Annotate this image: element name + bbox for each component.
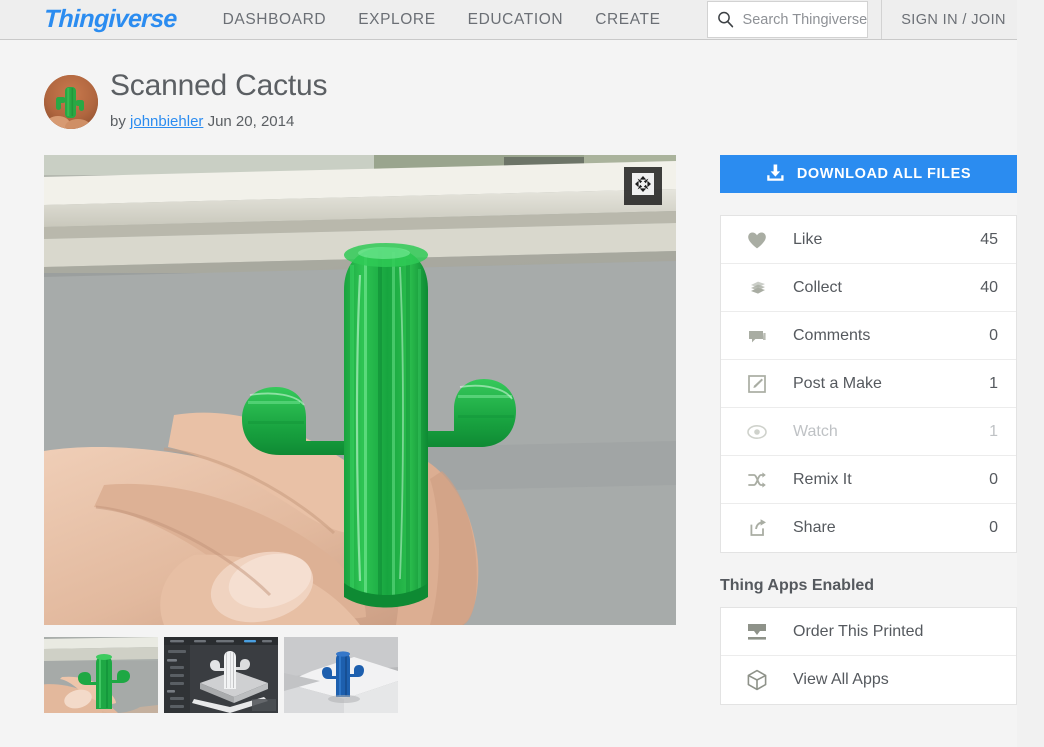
- comment-icon: [721, 325, 793, 347]
- nav-item-explore[interactable]: EXPLORE: [342, 11, 451, 29]
- share-icon: [721, 517, 793, 539]
- stats-card: Like 45 Collect 40 Comments 0 Post a Mak…: [720, 215, 1017, 553]
- scrollbar-gutter[interactable]: [1017, 0, 1044, 747]
- download-all-files-button[interactable]: DOWNLOAD ALL FILES: [720, 155, 1017, 193]
- thumbnail-strip: [44, 637, 404, 713]
- stat-label: Post a Make: [793, 374, 882, 392]
- nav-item-education[interactable]: EDUCATION: [452, 11, 580, 29]
- search-input[interactable]: Search Thingiverse: [706, 1, 869, 38]
- printer-screen-icon: [721, 621, 793, 643]
- stat-row-watch[interactable]: Watch 1: [721, 408, 1016, 456]
- thing-header: Scanned Cactus by johnbiehler Jun 20, 20…: [44, 68, 328, 130]
- avatar[interactable]: [44, 75, 98, 129]
- stat-label: Remix It: [793, 470, 852, 488]
- download-all-files-label: DOWNLOAD ALL FILES: [796, 166, 972, 182]
- stat-label: Collect: [793, 278, 842, 296]
- eye-icon: [721, 421, 793, 443]
- heart-icon: [721, 229, 793, 251]
- page-title: Scanned Cactus: [110, 69, 328, 102]
- stat-count: 40: [980, 278, 998, 296]
- site-header: Thingiverse DASHBOARD EXPLORE EDUCATION …: [0, 0, 1026, 40]
- list-item[interactable]: [284, 637, 398, 713]
- nav-item-create[interactable]: CREATE: [579, 11, 676, 29]
- author-link[interactable]: johnbiehler: [130, 113, 203, 130]
- stat-count: 0: [989, 326, 998, 344]
- expand-image-button[interactable]: [624, 167, 662, 205]
- list-item[interactable]: [164, 637, 278, 713]
- app-label: Order This Printed: [793, 622, 924, 640]
- app-row-view-all-apps[interactable]: View All Apps: [721, 656, 1016, 704]
- byline-prefix: by: [110, 113, 126, 130]
- byline: by johnbiehler Jun 20, 2014: [110, 113, 327, 130]
- stat-row-post-a-make[interactable]: Post a Make 1: [721, 360, 1016, 408]
- stat-count: 0: [989, 519, 998, 536]
- main-image[interactable]: [44, 155, 676, 625]
- thing-apps-card: Order This Printed View All Apps: [720, 607, 1017, 705]
- collection-icon: [721, 277, 793, 299]
- expand-arrows-icon: [632, 172, 654, 200]
- list-item[interactable]: [44, 637, 158, 713]
- stat-label: Share: [793, 519, 836, 536]
- sign-in-join-button[interactable]: SIGN IN / JOIN: [881, 0, 1026, 39]
- main-image-graphic: [44, 155, 676, 625]
- app-label: View All Apps: [793, 671, 889, 688]
- sidebar: DOWNLOAD ALL FILES Like 45 Collect 40 Co…: [720, 155, 1017, 705]
- stat-count: 0: [989, 470, 998, 488]
- stat-label: Like: [793, 230, 823, 248]
- title-text-group: Scanned Cactus by johnbiehler Jun 20, 20…: [110, 68, 328, 130]
- stat-row-collect[interactable]: Collect 40: [721, 264, 1016, 312]
- thumbnail-blue-cactus: [284, 637, 398, 713]
- download-icon: [766, 163, 785, 186]
- stat-row-like[interactable]: Like 45: [721, 216, 1016, 264]
- stat-label: Comments: [793, 326, 871, 344]
- search-icon: [717, 11, 734, 28]
- app-row-order-this-printed[interactable]: Order This Printed: [721, 608, 1016, 656]
- nav-item-dashboard[interactable]: DASHBOARD: [207, 11, 343, 29]
- search-placeholder: Search Thingiverse: [742, 11, 868, 28]
- stat-count: 1: [989, 422, 998, 440]
- thumbnail-slicer-screenshot: [164, 637, 278, 713]
- shuffle-icon: [721, 469, 793, 491]
- stat-row-remix-it[interactable]: Remix It 0: [721, 456, 1016, 504]
- thumbnail-green-cactus: [44, 637, 158, 713]
- thing-apps-title: Thing Apps Enabled: [720, 577, 875, 594]
- stat-row-share[interactable]: Share 0: [721, 504, 1016, 552]
- stat-count: 1: [989, 374, 998, 392]
- thingiverse-logo[interactable]: Thingiverse: [43, 0, 181, 39]
- publish-date: Jun 20, 2014: [207, 113, 295, 130]
- main-nav: DASHBOARD EXPLORE EDUCATION CREATE: [207, 0, 677, 39]
- stat-label: Watch: [793, 422, 838, 440]
- stat-count: 45: [980, 230, 998, 248]
- cube-icon: [721, 668, 793, 692]
- edit-square-icon: [721, 373, 793, 395]
- stat-row-comments[interactable]: Comments 0: [721, 312, 1016, 360]
